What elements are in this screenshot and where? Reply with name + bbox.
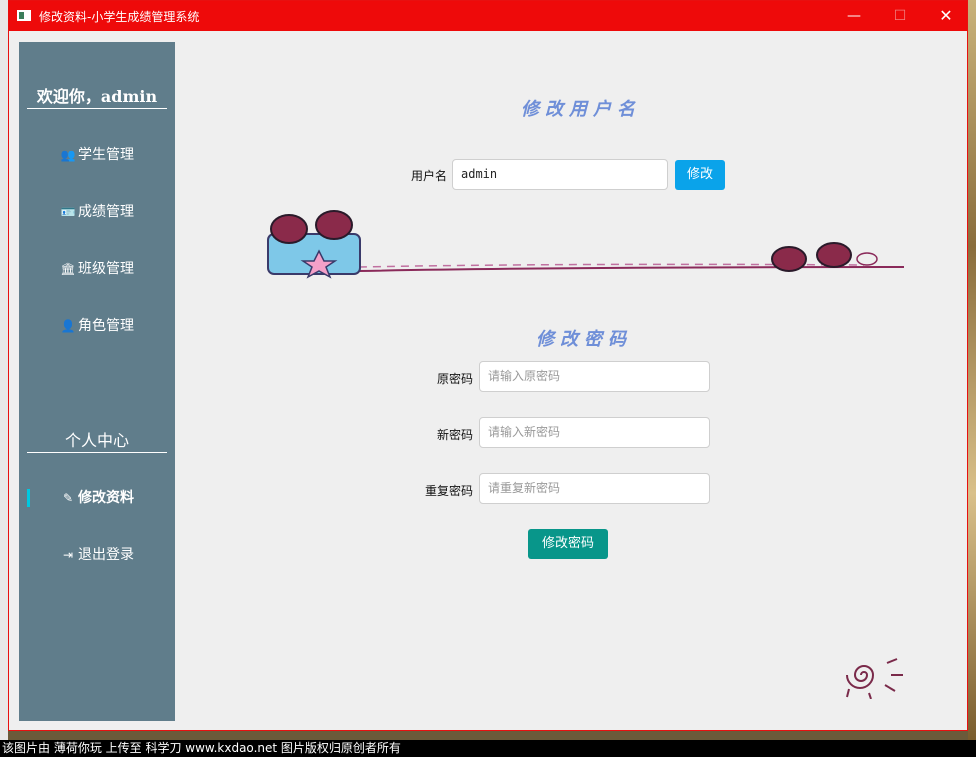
sidebar-item-label: 修改资料	[78, 490, 134, 506]
sidebar-item-label: 成绩管理	[78, 204, 134, 220]
sidebar-item-role-management[interactable]: 👤 角色管理	[19, 311, 175, 341]
app-window: 修改资料-小学生成绩管理系统 — ☐ ✕ 欢迎你，admin 👥 学生管理 🪪 成绩…	[8, 0, 968, 731]
change-password-button[interactable]: 修改密码	[528, 529, 608, 559]
edit-icon: ✎	[62, 491, 74, 505]
username-input[interactable]: admin	[452, 159, 668, 190]
new-password-input[interactable]: 请输入新密码	[479, 417, 710, 448]
sidebar-item-logout[interactable]: ⇥ 退出登录	[19, 540, 175, 570]
minimize-button[interactable]: —	[831, 1, 877, 31]
personal-center-title: 个人中心	[27, 427, 167, 453]
sidebar-item-grade-management[interactable]: 🪪 成绩管理	[19, 197, 175, 227]
title-bar[interactable]: 修改资料-小学生成绩管理系统 — ☐ ✕	[9, 1, 967, 31]
bank-icon: 🏛	[60, 262, 76, 276]
sidebar-item-label: 角色管理	[78, 318, 134, 334]
username-label: 用户名	[410, 169, 447, 183]
close-button[interactable]: ✕	[923, 1, 969, 31]
sidebar-item-edit-profile[interactable]: ✎ 修改资料	[19, 483, 175, 513]
watermark-footer: 该图片由 薄荷你玩 上传至 科学刀 www.kxdao.net 图片版权归原创者…	[0, 740, 976, 757]
modify-username-button[interactable]: 修改	[675, 160, 725, 190]
sidebar-item-class-management[interactable]: 🏛 班级管理	[19, 254, 175, 284]
password-section-title: 修改密码	[536, 329, 632, 350]
username-section-title: 修改用户名	[521, 99, 641, 120]
window-title: 修改资料-小学生成绩管理系统	[39, 10, 200, 24]
sidebar-item-label: 学生管理	[78, 147, 134, 163]
repeat-password-input[interactable]: 请重复新密码	[479, 473, 710, 504]
sidebar-item-label: 班级管理	[78, 261, 134, 277]
repeat-password-label: 重复密码	[424, 484, 473, 498]
welcome-title: 欢迎你，admin	[27, 83, 167, 109]
desktop-left-edge	[0, 0, 8, 740]
cake-divider-decoration	[267, 210, 904, 279]
users-icon: 👥	[60, 148, 76, 162]
old-password-input[interactable]: 请输入原密码	[479, 361, 710, 392]
desktop-right-edge	[968, 0, 976, 740]
user-secret-icon: 👤	[60, 319, 76, 333]
sidebar-item-label: 退出登录	[78, 547, 134, 563]
old-password-label: 原密码	[436, 372, 473, 386]
sidebar: 欢迎你，admin 👥 学生管理 🪪 成绩管理 🏛 班级管理 👤 角色管理 个人中心 ✎…	[19, 42, 175, 721]
sidebar-item-student-management[interactable]: 👥 学生管理	[19, 140, 175, 170]
new-password-label: 新密码	[436, 428, 473, 442]
maximize-button[interactable]: ☐	[877, 1, 923, 31]
sign-out-icon: ⇥	[62, 548, 74, 562]
id-card-icon: 🪪	[60, 205, 76, 219]
swirl-decoration	[846, 658, 903, 699]
app-icon	[17, 10, 31, 21]
